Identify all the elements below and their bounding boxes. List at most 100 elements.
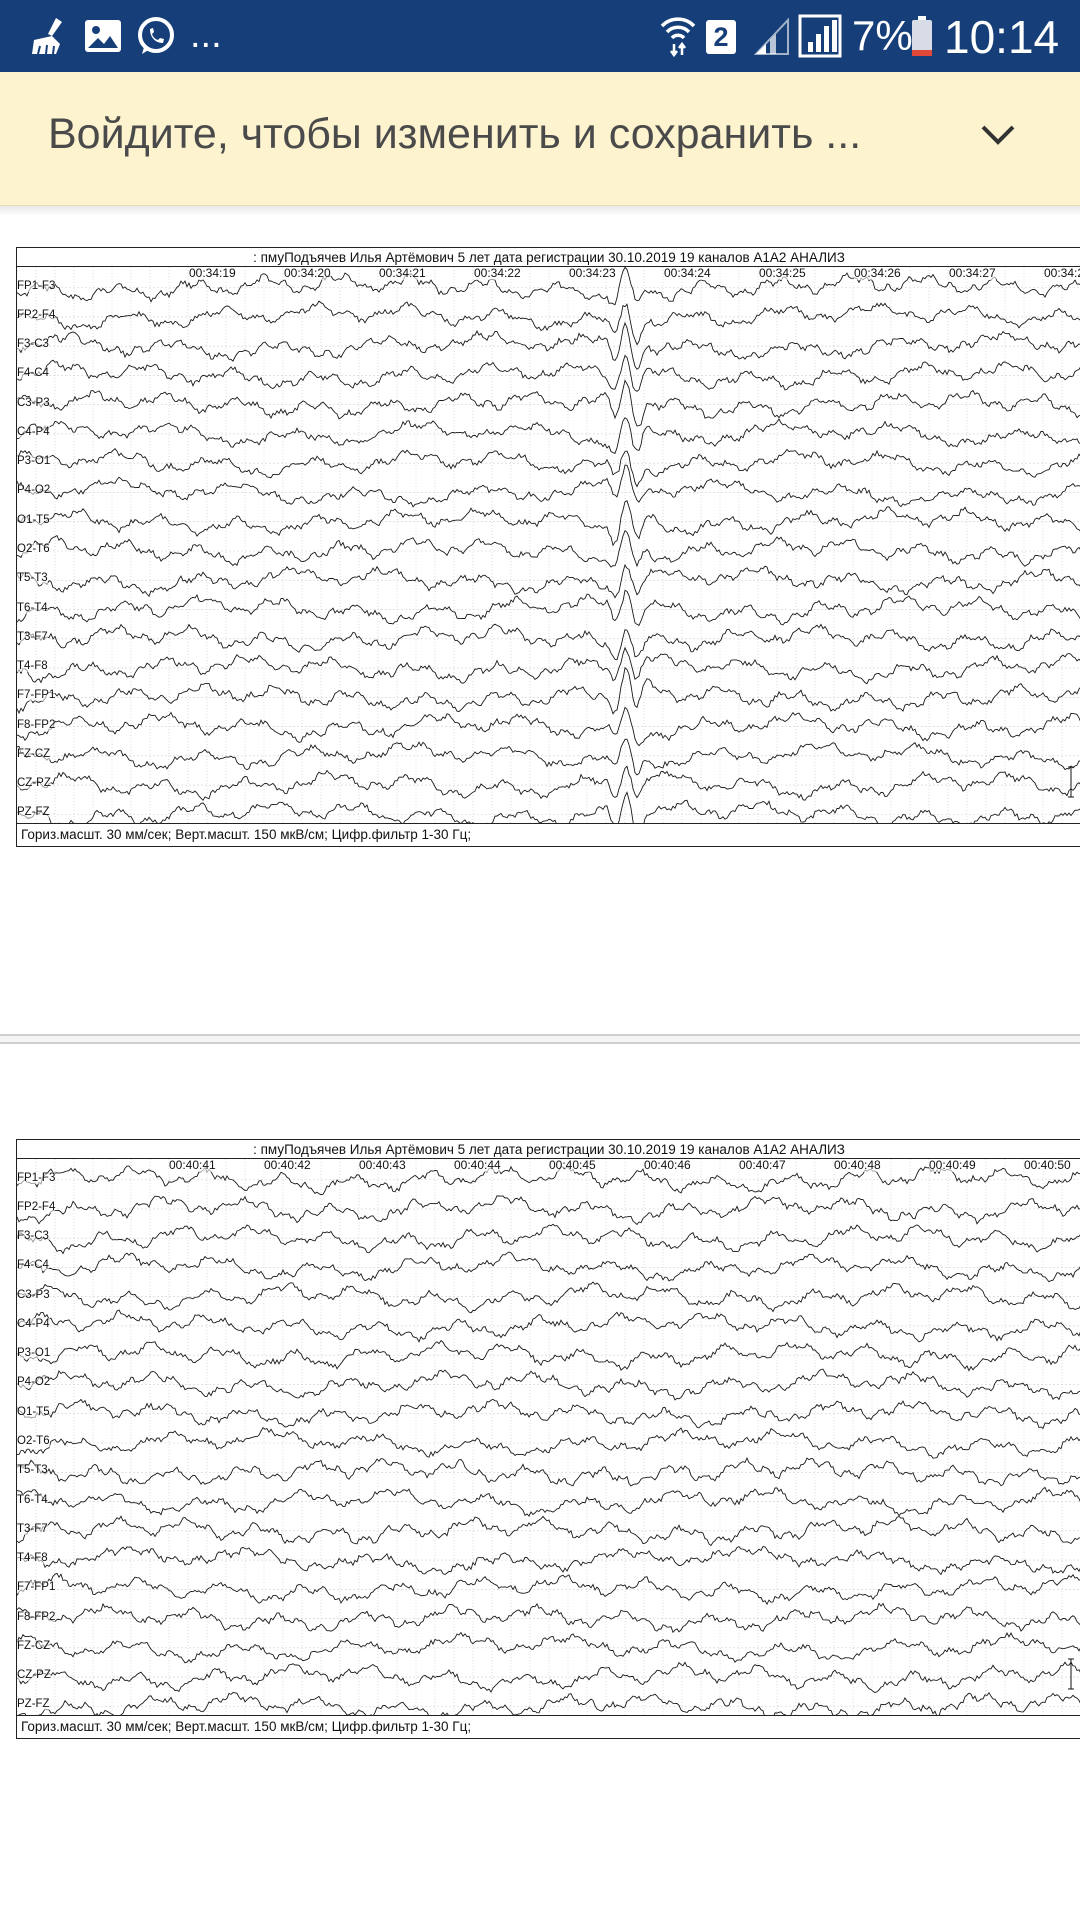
chevron-down-icon[interactable]: [980, 124, 1016, 146]
eeg-settings-footer: Гориз.масшт. 30 мм/сек; Верт.масшт. 150 …: [21, 1719, 472, 1734]
eeg-trace: [17, 300, 1080, 346]
channel-label: T6-T4: [17, 601, 48, 614]
eeg-trace: [17, 1339, 1080, 1372]
eeg-trace: [17, 738, 1080, 776]
eeg-waveform-canvas: [17, 1159, 1080, 1715]
signal-icon: [798, 14, 842, 58]
channel-label: C4-P4: [17, 425, 50, 438]
timestamp-label: 00:40:50: [1024, 1158, 1071, 1172]
whatsapp-icon: [138, 17, 174, 54]
channel-label: FP1-F3: [17, 1171, 56, 1184]
channel-label: CZ-PZ: [17, 777, 51, 790]
eeg-trace: [17, 417, 1080, 454]
channel-label: O1-T5: [17, 513, 50, 526]
timestamp-label: 00:34:24: [664, 266, 711, 280]
timestamp-label: 00:34:2: [1044, 267, 1080, 280]
channel-label: F7-FP1: [17, 689, 56, 702]
timestamp-label: 00:40:43: [359, 1158, 406, 1172]
timestamp-label: 00:34:27: [949, 266, 996, 280]
channel-label: CZ-PZ: [17, 1669, 51, 1682]
channel-label: PZ-FZ: [17, 806, 50, 819]
eeg-trace: [17, 354, 1080, 392]
eeg-trace: [17, 1457, 1080, 1487]
channel-label: P4-O2: [17, 1376, 51, 1389]
eeg-title: : пмуПодъячев Илья Артёмович 5 лет дата …: [253, 1142, 845, 1157]
channel-label: FP2-F4: [17, 308, 56, 321]
eeg-trace: [17, 666, 1080, 715]
more-notifications-icon: ...: [190, 14, 222, 56]
eeg-trace: [17, 267, 1080, 306]
signal-weak-icon: [754, 17, 789, 55]
banner-shadow: [0, 206, 1080, 216]
timestamp-label: 00:34:26: [854, 266, 901, 280]
channel-label: F8-FP2: [17, 1610, 56, 1623]
eeg-traces: FP1-F3 FP2-F4 F3-C3 F4-C4 C3-P3 C4-P4 P3-O1 P4-…: [17, 266, 1080, 824]
channel-label: P3-O1: [17, 1347, 51, 1360]
channel-label: F7-FP1: [17, 1581, 56, 1594]
eeg-trace: [17, 765, 1080, 802]
timestamp-label: 00:34:23: [569, 266, 616, 280]
eeg-trace: [17, 563, 1080, 599]
wifi-icon: [660, 17, 696, 58]
eeg-trace: [17, 1368, 1080, 1401]
channel-label: T4-F8: [17, 660, 48, 673]
eeg-trace: [17, 1223, 1080, 1255]
timestamp-label: 00:34:25: [759, 266, 806, 280]
channel-label: F4-C4: [17, 367, 49, 380]
eeg-trace: [17, 1545, 1080, 1576]
eeg-trace: [17, 529, 1080, 568]
eeg-settings-footer: Гориз.масшт. 30 мм/сек; Верт.масшт. 150 …: [21, 827, 472, 842]
channel-label: PZ-FZ: [17, 1698, 50, 1711]
eeg-trace: [17, 448, 1080, 488]
timestamp-label: 00:40:44: [454, 1158, 501, 1172]
timestamp-label: 00:40:49: [929, 1158, 976, 1172]
eeg-trace: [17, 706, 1080, 747]
timestamp-label: 00:40:42: [264, 1158, 311, 1172]
eeg-page-1: : пмуПодъячев Илья Артёмович 5 лет дата …: [16, 247, 1080, 847]
eeg-trace: [17, 1281, 1080, 1314]
eeg-trace: [17, 1251, 1080, 1283]
channel-label: FZ-CZ: [17, 747, 51, 760]
timestamp-label: 00:34:21: [379, 266, 426, 280]
eeg-trace: [17, 623, 1080, 661]
clock: 10:14: [944, 11, 1060, 63]
eeg-trace: [17, 379, 1080, 427]
sim-badge-label: 2: [713, 22, 729, 52]
channel-label: P4-O2: [17, 484, 51, 497]
eeg-trace: [17, 1195, 1080, 1226]
eeg-trace: [17, 1631, 1080, 1664]
sign-in-banner[interactable]: Войдите, чтобы изменить и сохранить ...: [0, 72, 1080, 206]
timestamp-label: 00:34:20: [284, 266, 331, 280]
channel-label: FZ-CZ: [17, 1639, 51, 1652]
channel-label: F8-FP2: [17, 718, 56, 731]
calibration-marker: [1068, 766, 1074, 798]
cleaner-icon: [32, 18, 62, 55]
eeg-trace: [17, 1309, 1080, 1343]
eeg-trace: [17, 646, 1080, 685]
eeg-traces: FP1-F3 FP2-F4 F3-C3 F4-C4 C3-P3 C4-P4 P3-O1 P4-…: [17, 1158, 1080, 1716]
channel-label: T6-T4: [17, 1493, 48, 1506]
channel-label: O2-T6: [17, 543, 50, 555]
eeg-trace: [17, 1427, 1080, 1459]
channel-label: T5-T3: [17, 572, 48, 585]
channel-label: P3-O1: [17, 455, 51, 468]
sim2-icon: 2: [706, 20, 736, 54]
channel-label: T3-F7: [17, 1522, 48, 1535]
status-bar: ... 2 7% 10:14: [0, 0, 1080, 72]
channel-label: O2-T6: [17, 1435, 50, 1447]
battery-percent: 7%: [852, 12, 913, 59]
battery-icon: [912, 16, 932, 56]
eeg-trace: [17, 1486, 1080, 1517]
channel-label: F4-C4: [17, 1259, 49, 1272]
eeg-trace: [17, 1661, 1080, 1694]
channel-label: T5-T3: [17, 1464, 48, 1477]
eeg-page-2: : пмуПодъячев Илья Артёмович 5 лет дата …: [16, 1139, 1080, 1739]
channel-label: C3-P3: [17, 1288, 50, 1301]
channel-label: FP2-F4: [17, 1200, 56, 1213]
timestamp-label: 00:34:19: [189, 266, 236, 280]
timestamp-label: 00:40:46: [644, 1158, 691, 1172]
timestamp-label: 00:40:48: [834, 1158, 881, 1172]
eeg-trace: [17, 500, 1080, 547]
timestamp-label: 00:34:22: [474, 266, 521, 280]
eeg-trace: [17, 1515, 1080, 1547]
